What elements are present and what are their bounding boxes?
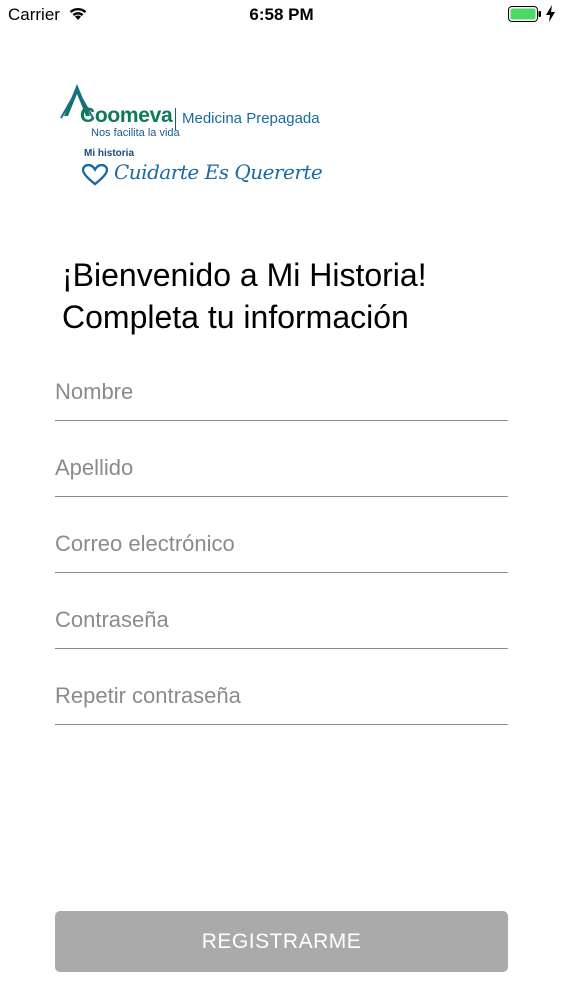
charging-icon bbox=[546, 5, 555, 27]
surname-field-wrapper bbox=[55, 440, 508, 497]
coomeva-logo: Coomeva Medicina Prepagada Nos facilita … bbox=[60, 78, 330, 198]
repeat-password-field-wrapper bbox=[55, 668, 508, 725]
welcome-line-1: ¡Bienvenido a Mi Historia! bbox=[62, 257, 427, 293]
battery-icon bbox=[508, 6, 542, 27]
logo-sub-text: Mi historia bbox=[84, 148, 135, 159]
status-bar: Carrier 6:58 PM bbox=[0, 0, 563, 30]
email-field[interactable] bbox=[55, 516, 508, 572]
name-field-wrapper bbox=[55, 364, 508, 421]
repeat-password-field[interactable] bbox=[55, 668, 508, 724]
password-field[interactable] bbox=[55, 592, 508, 648]
surname-field[interactable] bbox=[55, 440, 508, 496]
register-button[interactable]: REGISTRARME bbox=[55, 911, 508, 972]
logo-tagline: Nos facilita la vida bbox=[91, 127, 180, 139]
welcome-heading: ¡Bienvenido a Mi Historia! Completa tu i… bbox=[62, 254, 532, 338]
status-time: 6:58 PM bbox=[249, 5, 314, 24]
password-field-wrapper bbox=[55, 592, 508, 649]
welcome-line-2: Completa tu información bbox=[62, 299, 409, 335]
logo-brand-text: Coomeva bbox=[80, 104, 173, 127]
name-field[interactable] bbox=[55, 364, 508, 420]
logo-product-text: Medicina Prepagada bbox=[182, 110, 320, 127]
email-field-wrapper bbox=[55, 516, 508, 573]
heart-icon bbox=[81, 163, 109, 191]
logo-slogan: Cuidarte Es Quererte bbox=[114, 160, 323, 184]
